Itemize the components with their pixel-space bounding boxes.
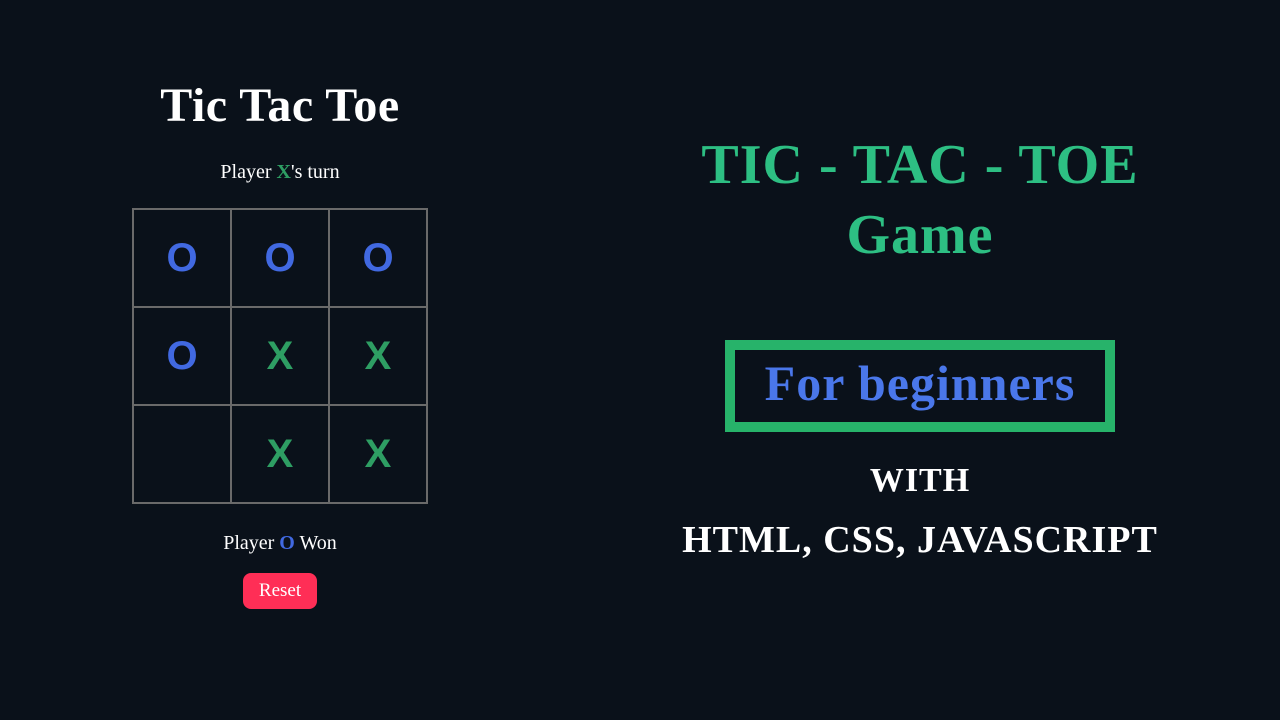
promo-badge: For beginners xyxy=(725,340,1116,432)
cell-mark: X xyxy=(365,432,392,477)
game-board: O O O O X X X X xyxy=(132,208,428,504)
cell-1[interactable]: O xyxy=(231,209,329,307)
cell-8[interactable]: X xyxy=(329,405,427,503)
turn-prefix: Player xyxy=(220,161,276,183)
cell-mark: X xyxy=(267,432,294,477)
turn-status: Player X's turn xyxy=(220,161,339,184)
promo-title-line2: Game xyxy=(701,200,1138,270)
promo-panel: TIC - TAC - TOE Game For beginners WITH … xyxy=(560,0,1280,720)
cell-6[interactable] xyxy=(133,405,231,503)
cell-mark: O xyxy=(362,236,393,281)
result-suffix: Won xyxy=(295,532,337,554)
cell-mark: O xyxy=(264,236,295,281)
cell-mark: X xyxy=(365,334,392,379)
promo-title: TIC - TAC - TOE Game xyxy=(701,130,1138,270)
result-status: Player O Won xyxy=(223,532,337,555)
cell-mark: O xyxy=(166,334,197,379)
cell-2[interactable]: O xyxy=(329,209,427,307)
result-player: O xyxy=(279,532,295,554)
result-prefix: Player xyxy=(223,532,279,554)
promo-with: WITH xyxy=(870,462,970,500)
promo-title-line1: TIC - TAC - TOE xyxy=(701,130,1138,200)
turn-player: X xyxy=(277,161,291,183)
cell-5[interactable]: X xyxy=(329,307,427,405)
game-panel: Tic Tac Toe Player X's turn O O O O X X … xyxy=(0,0,560,720)
promo-tech: HTML, CSS, JAVASCRIPT xyxy=(682,518,1158,562)
cell-3[interactable]: O xyxy=(133,307,231,405)
game-title: Tic Tac Toe xyxy=(160,78,399,133)
reset-button[interactable]: Reset xyxy=(243,573,317,609)
cell-4[interactable]: X xyxy=(231,307,329,405)
cell-mark: X xyxy=(267,334,294,379)
cell-mark: O xyxy=(166,236,197,281)
cell-0[interactable]: O xyxy=(133,209,231,307)
turn-suffix: 's turn xyxy=(291,161,340,183)
cell-7[interactable]: X xyxy=(231,405,329,503)
